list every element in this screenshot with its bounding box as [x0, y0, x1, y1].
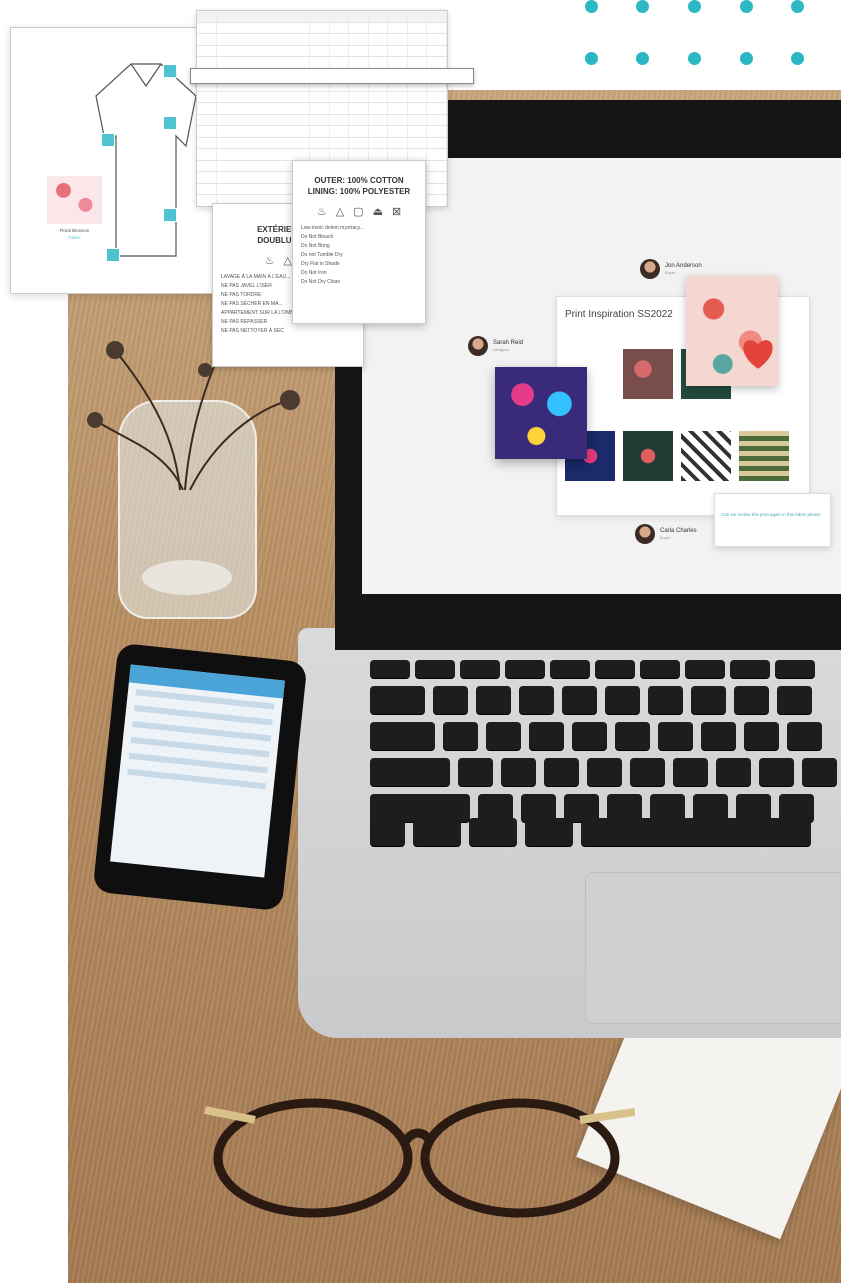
dot: [585, 52, 598, 65]
dot: [791, 52, 804, 65]
phone-screen: [110, 664, 285, 878]
spec-marker: [163, 116, 177, 130]
highlighted-table-row: [190, 68, 474, 84]
person-role: Designer: [493, 347, 510, 352]
person-role: Buyer: [665, 270, 676, 275]
trackpad: [585, 872, 841, 1024]
person-role: Buyer: [660, 535, 671, 540]
leaf-print-swatch[interactable]: [495, 367, 587, 459]
print-swatch[interactable]: [623, 431, 673, 481]
dot: [740, 52, 753, 65]
care-instruction: Dry Flat in Shade: [301, 261, 340, 267]
wash-icon: ♨: [264, 255, 275, 267]
care-instruction: NE PAS NETTOYER À SEC: [221, 328, 284, 334]
collaborator-carla: Carla Charles Buyer: [635, 524, 697, 544]
person-name: Jon Anderson: [665, 263, 702, 269]
dot: [585, 0, 598, 13]
care-title-line2: LINING: 100% POLYESTER: [307, 187, 411, 196]
keyboard: [365, 652, 841, 852]
person-name: Sarah Reid: [493, 340, 524, 346]
person-name: Carla Charles: [660, 528, 697, 534]
dot: [740, 0, 753, 13]
care-title-line1: OUTER: 100% COTTON: [314, 176, 404, 185]
dot: [791, 0, 804, 13]
care-instruction: Do Not Bleach: [301, 234, 334, 240]
collaborator-sarah: Sarah Reid Designer: [468, 336, 523, 356]
print-swatch[interactable]: [623, 349, 673, 399]
bleach-icon: △: [335, 206, 345, 218]
spec-marker: [101, 133, 115, 147]
swatch-sub: Fabric: [68, 235, 81, 240]
spec-marker: [163, 208, 177, 222]
shirt-sketch: [95, 63, 197, 257]
print-swatch[interactable]: [739, 431, 789, 481]
care-label-en: OUTER: 100% COTTON LINING: 100% POLYESTE…: [292, 160, 426, 324]
care-instruction: Low-ironic delem.mystracy...: [301, 225, 364, 231]
dry-clean-icon: ⊠: [391, 206, 402, 218]
print-swatch[interactable]: [681, 431, 731, 481]
vase-sand: [142, 560, 232, 595]
dot: [688, 52, 701, 65]
board-title: Print Inspiration SS2022: [565, 309, 673, 320]
iron-icon: ⏏: [372, 206, 383, 218]
dot: [636, 0, 649, 13]
bleach-icon: △: [283, 255, 292, 267]
eyeglasses: [204, 1098, 635, 1218]
care-instruction: Do Not Iron: [301, 270, 327, 276]
dot: [688, 0, 701, 13]
avatar: [640, 259, 660, 279]
comment-bubble: Can we review this print again in this f…: [714, 493, 831, 547]
care-instruction: Do Not Dry Clean: [301, 279, 341, 285]
spec-marker: [163, 64, 177, 78]
spec-marker: [106, 248, 120, 262]
fabric-swatch[interactable]: [47, 176, 102, 224]
dry-icon: ▢: [353, 206, 364, 218]
care-instruction: Do Not Bring: [301, 243, 330, 249]
heart-icon[interactable]: [740, 336, 776, 370]
avatar: [468, 336, 488, 356]
dot: [636, 52, 649, 65]
comment-text: Can we review this print again in this f…: [721, 512, 821, 517]
care-symbols: ♨ △ ▢ ⏏ ⊠: [293, 205, 425, 218]
care-instruction: Do not Tumble Dry: [301, 252, 343, 258]
wash-icon: ♨: [316, 206, 327, 218]
avatar: [635, 524, 655, 544]
swatch-caption: Floral Blossom: [59, 228, 90, 233]
